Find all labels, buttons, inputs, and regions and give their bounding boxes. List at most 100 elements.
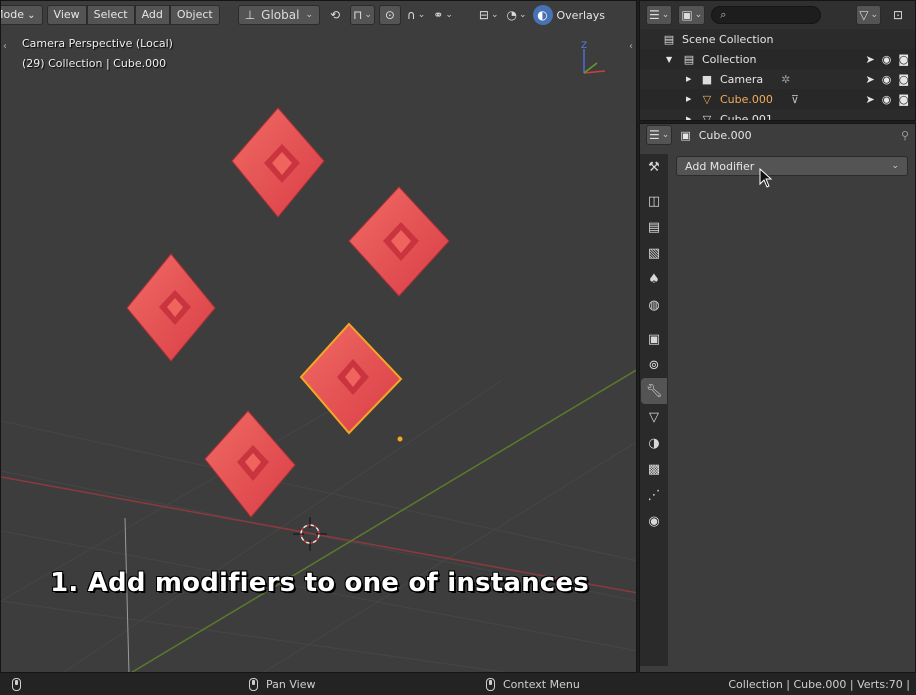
display-mode-dropdown[interactable]: ▣ ⌄ [678, 5, 706, 25]
constraints-icon: ⊚ [648, 357, 660, 373]
object-icon: ▣ [647, 331, 661, 347]
filter-dropdown[interactable]: ▽ ⌄ [856, 5, 881, 25]
cube-instance[interactable] [231, 107, 325, 218]
tab-object[interactable]: ▣ [641, 326, 667, 352]
texture-icon: ▩ [647, 461, 661, 477]
tab-particles[interactable]: ⋰ [641, 482, 667, 508]
mode-dropdown[interactable]: Mode [1, 5, 43, 25]
properties-body [669, 146, 915, 672]
navigation-gizmo[interactable]: Z [581, 41, 606, 74]
mesh-data-icon[interactable]: ⊽ [791, 93, 799, 106]
editor-type-dropdown[interactable]: ☰ ⌄ [646, 125, 673, 145]
tab-physics[interactable]: ◉ [641, 508, 667, 534]
row-visibility-controls: ➤ ◉ ◙ [865, 53, 909, 66]
outliner-row-cube-000[interactable]: ▶ ▽ Cube.000 ⊽ ➤ ◉ ◙ [640, 89, 915, 109]
select-arrow-icon[interactable]: ➤ [865, 53, 874, 66]
camera-data-icon[interactable]: ✲ [781, 73, 790, 86]
view-object-types[interactable]: ⊟ ⌄ [477, 5, 501, 25]
filter-icon: ▽ [859, 8, 869, 22]
tab-world[interactable]: ◍ [641, 292, 667, 318]
toolbar-toggle-icon[interactable]: ‹ [3, 41, 13, 57]
eye-icon[interactable]: ◉ [882, 73, 892, 86]
tab-scene[interactable]: ♠ [641, 266, 667, 292]
3d-viewport[interactable]: Z Mode View Select Add Object ⊥ Global ⌄… [0, 0, 637, 673]
render-camera-icon[interactable]: ◙ [898, 93, 909, 106]
mouse-middle-icon [249, 677, 258, 691]
menu-select[interactable]: Select [86, 5, 135, 25]
new-collection-icon[interactable]: ⊡ [887, 5, 909, 25]
object-origin [397, 436, 403, 442]
tab-tool[interactable]: ⚒ [641, 154, 667, 180]
orientation-axes-icon: ⊥ [244, 8, 256, 22]
tab-render[interactable]: ◫ [641, 188, 667, 214]
status-select-hint [12, 677, 21, 691]
render-camera-icon[interactable]: ◙ [898, 73, 909, 86]
pivot-point-icon[interactable]: ⟲ [324, 5, 346, 25]
proportional-edit-toggle[interactable]: ⊙ [378, 5, 401, 25]
transform-orientation-dropdown[interactable]: ⊥ Global ⌄ [237, 5, 320, 25]
physics-icon: ◉ [648, 513, 660, 529]
outliner-row-camera[interactable]: ▶ ■ Camera ✲ ➤ ◉ ◙ [640, 69, 915, 89]
properties-editor[interactable]: ☰ ⌄ ▣ Cube.000 ⚲ ⚒ ◫ ▤ ▧ ♠ ◍ ▣ ⊚ 🔧︎ ▽ ◑ ▩… [639, 123, 916, 673]
show-gizmo-dropdown[interactable]: ◔ ⌄ [504, 5, 528, 25]
render-camera-icon[interactable]: ◙ [898, 53, 909, 66]
outliner-row-cube-001[interactable]: ▶ ▽ Cube.001 [640, 109, 915, 120]
overlays-toggle[interactable]: ◐ [532, 5, 553, 25]
chevron-down-icon: ⌄ [891, 161, 899, 171]
chevron-down-icon: ⌄ [364, 10, 372, 20]
viewport-header: Mode View Select Add Object ⊥ Global ⌄ ⟲… [1, 1, 636, 29]
tab-data[interactable]: ▽ [641, 404, 667, 430]
sidebar-toggle-icon[interactable]: ‹ [629, 41, 636, 57]
menu-object[interactable]: Object [169, 5, 220, 25]
editor-type-dropdown[interactable]: ☰ ⌄ [646, 5, 673, 25]
material-icon: ◑ [648, 435, 660, 451]
outliner-row-collection[interactable]: ▼ ▤ Collection ➤ ◉ ◙ [640, 49, 915, 69]
snap-toggle[interactable]: ⊓ ⌄ [350, 5, 375, 25]
expand-arrow-icon[interactable]: ▼ [666, 55, 682, 64]
cube-instance[interactable] [204, 410, 296, 518]
outliner-search-input[interactable]: ⌕ [711, 6, 822, 24]
chevron-down-icon: ⌄ [518, 10, 527, 20]
viewport-menu: View Select Add Object [46, 5, 220, 25]
cube-instance[interactable] [348, 186, 450, 297]
select-arrow-icon[interactable]: ➤ [865, 73, 874, 86]
pin-icon[interactable]: ⚲ [901, 129, 909, 142]
expand-arrow-icon[interactable]: ▶ [686, 95, 700, 103]
tab-modifiers[interactable]: 🔧︎ [641, 378, 667, 404]
overlays-label[interactable]: Overlays [557, 9, 606, 22]
collection-icon: ▤ [683, 52, 695, 66]
chevron-down-icon: ⌄ [417, 10, 426, 20]
outliner[interactable]: ☰ ⌄ ▣ ⌄ ⌕ ▽ ⌄ ⊡ ▤ Scene Collection ▼ ▤ Coll… [639, 0, 916, 121]
falloff-dropdown[interactable]: ∩ ⌄ [405, 5, 427, 25]
cube-instance[interactable] [126, 253, 216, 362]
expand-arrow-icon[interactable]: ▶ [686, 115, 700, 120]
expand-arrow-icon[interactable]: ▶ [686, 75, 700, 83]
tab-material[interactable]: ◑ [641, 430, 667, 456]
world-icon: ◍ [648, 297, 660, 313]
scene-collection-icon: ▤ [663, 32, 675, 46]
properties-header: ☰ ⌄ ▣ Cube.000 ⚲ [640, 124, 915, 146]
context-object-name: Cube.000 [698, 128, 752, 142]
eye-icon[interactable]: ◉ [882, 93, 892, 106]
tool-icon: ⚒ [648, 159, 660, 175]
tab-texture[interactable]: ▩ [641, 456, 667, 482]
tab-constraints[interactable]: ⊚ [641, 352, 667, 378]
select-arrow-icon[interactable]: ➤ [865, 93, 874, 106]
object-types-visibility[interactable]: ⚭ ⌄ [431, 5, 455, 25]
y-axis-line [130, 369, 636, 672]
modifier-icon: 🔧︎ [645, 383, 663, 399]
tab-output[interactable]: ▤ [641, 214, 667, 240]
menu-view[interactable]: View [46, 5, 87, 25]
chevron-down-icon: ⌄ [694, 10, 703, 20]
menu-add[interactable]: Add [134, 5, 170, 25]
eye-icon[interactable]: ◉ [882, 53, 892, 66]
selected-cube-instance[interactable] [299, 322, 403, 435]
proportional-icon: ⊙ [384, 8, 395, 22]
outliner-row-scene-collection[interactable]: ▤ Scene Collection [640, 29, 915, 49]
view-layer-icon: ▧ [647, 245, 661, 261]
particles-icon: ⋰ [647, 487, 661, 503]
overlays-icon: ◐ [537, 8, 548, 22]
add-modifier-dropdown[interactable]: Add Modifier ⌄ [676, 156, 908, 176]
mouse-right-icon [486, 677, 495, 691]
tab-view-layer[interactable]: ▧ [641, 240, 667, 266]
